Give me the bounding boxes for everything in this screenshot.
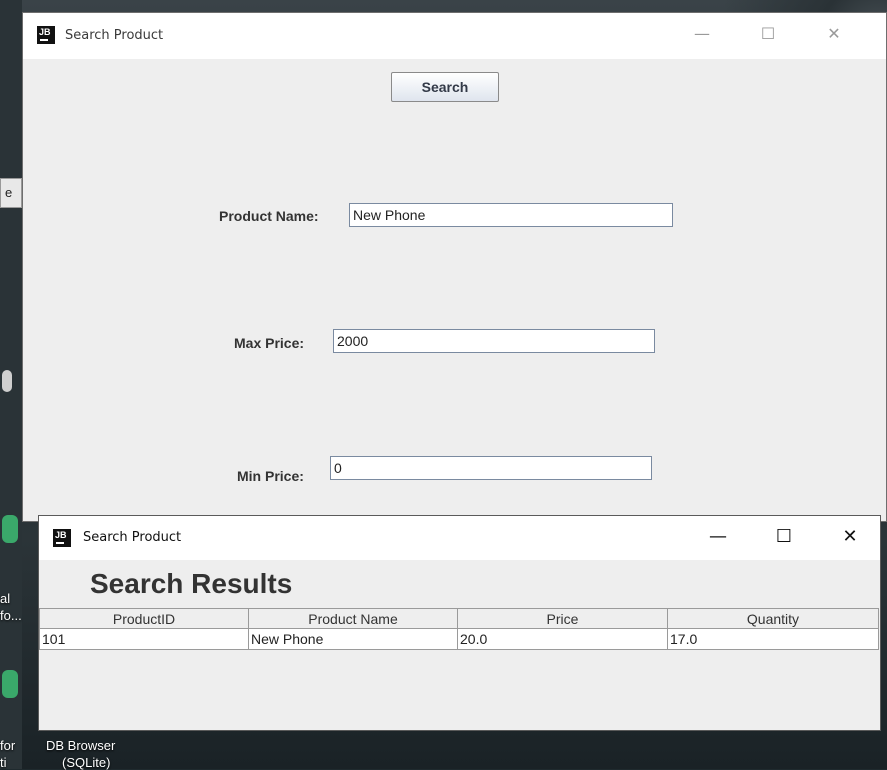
column-header-product-name[interactable]: Product Name xyxy=(248,608,458,629)
max-price-label: Max Price: xyxy=(234,335,305,351)
max-price-input[interactable] xyxy=(333,329,655,353)
java-app-icon: JB xyxy=(37,26,55,44)
window-title: Search Product xyxy=(65,28,164,43)
product-name-input[interactable] xyxy=(349,203,673,227)
desktop-icon-label: al xyxy=(0,591,11,606)
search-results-window: JB Search Product — ☐ ✕ Search Results P… xyxy=(38,515,881,731)
column-header-quantity[interactable]: Quantity xyxy=(667,608,879,629)
desktop-left-area: e xyxy=(0,0,22,769)
minimize-icon[interactable]: — xyxy=(679,18,725,50)
column-header-productid[interactable]: ProductID xyxy=(39,608,249,629)
desktop-icon-label: for xyxy=(0,738,16,753)
table-row[interactable]: 101 New Phone 20.0 17.0 xyxy=(39,628,879,650)
desktop-icon[interactable] xyxy=(2,515,18,543)
desktop-icon-label: ti xyxy=(0,755,7,770)
db-browser-icon-sublabel: (SQLite) xyxy=(62,755,111,770)
maximize-icon[interactable]: ☐ xyxy=(761,521,807,553)
cell-quantity[interactable]: 17.0 xyxy=(667,628,879,650)
maximize-icon[interactable]: ☐ xyxy=(745,18,791,50)
column-header-price[interactable]: Price xyxy=(457,608,668,629)
product-name-label: Product Name: xyxy=(219,208,319,224)
window-title: Search Product xyxy=(83,530,182,545)
search-button[interactable]: Search xyxy=(391,72,499,102)
db-browser-icon-label[interactable]: DB Browser xyxy=(46,738,115,753)
desktop-icon[interactable] xyxy=(2,670,18,698)
fragment-text: e xyxy=(5,185,13,200)
java-app-icon: JB xyxy=(53,529,71,547)
desktop-icon[interactable] xyxy=(2,370,12,392)
close-icon[interactable]: ✕ xyxy=(811,18,857,50)
results-heading: Search Results xyxy=(90,568,293,599)
results-table: ProductID Product Name Price Quantity 10… xyxy=(39,608,879,650)
desktop-icon-label: fo... xyxy=(0,608,22,623)
close-icon[interactable]: ✕ xyxy=(827,521,873,553)
title-bar[interactable]: JB Search Product — ☐ ✕ xyxy=(39,516,880,560)
cell-productid[interactable]: 101 xyxy=(39,628,249,650)
background-window-fragment: e xyxy=(0,178,22,208)
table-header-row: ProductID Product Name Price Quantity xyxy=(39,608,879,629)
minimize-icon[interactable]: — xyxy=(695,521,741,553)
cell-product-name[interactable]: New Phone xyxy=(248,628,458,650)
title-bar[interactable]: JB Search Product — ☐ ✕ xyxy=(23,13,886,59)
search-product-window: JB Search Product — ☐ ✕ Search Product N… xyxy=(22,12,887,522)
min-price-label: Min Price: xyxy=(237,468,304,484)
min-price-input[interactable] xyxy=(330,456,652,480)
cell-price[interactable]: 20.0 xyxy=(457,628,668,650)
